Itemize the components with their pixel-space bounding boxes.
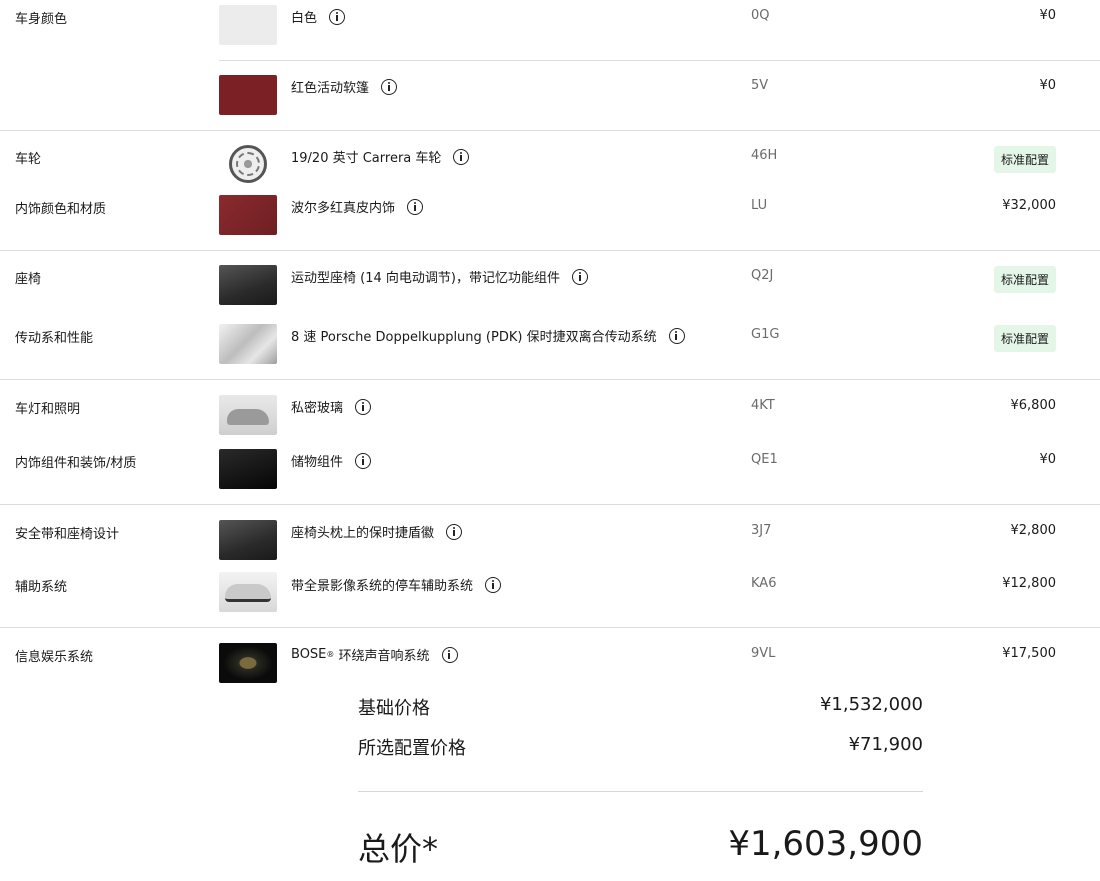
option-code: 4KT bbox=[751, 398, 775, 413]
standard-badge: 标准配置 bbox=[993, 146, 1056, 173]
info-icon[interactable] bbox=[441, 646, 458, 663]
section-divider bbox=[0, 130, 1100, 131]
info-icon[interactable] bbox=[407, 198, 424, 215]
option-label: 座椅头枕上的保时捷盾徽 bbox=[291, 526, 435, 541]
summary-divider bbox=[358, 791, 923, 792]
category-label: 车身颜色 bbox=[15, 12, 68, 27]
info-icon[interactable] bbox=[329, 8, 346, 25]
option-label-suffix: 环绕声音响系统 bbox=[334, 649, 430, 664]
section-divider bbox=[0, 627, 1100, 628]
option-label: 带全景影像系统的停车辅助系统 bbox=[291, 579, 474, 594]
option-label: 白色 bbox=[291, 11, 318, 26]
option-price: ¥0 bbox=[1039, 78, 1056, 93]
headrest-crest-thumbnail[interactable] bbox=[219, 520, 277, 560]
info-icon[interactable] bbox=[381, 78, 398, 95]
option-code: KA6 bbox=[751, 576, 777, 591]
info-icon[interactable] bbox=[446, 523, 463, 540]
options-price-label: 所选配置价格 bbox=[358, 738, 466, 759]
white-swatch-thumbnail[interactable] bbox=[219, 5, 277, 45]
category-label: 车轮 bbox=[15, 152, 42, 167]
option-name: 运动型座椅 (14 向电动调节)，带记忆功能组件 bbox=[291, 267, 588, 286]
option-price: ¥0 bbox=[1039, 452, 1056, 467]
options-price-value: ¥71,900 bbox=[848, 734, 923, 755]
total-price-value: ¥1,603,900 bbox=[728, 824, 923, 864]
category-label: 座椅 bbox=[15, 272, 42, 287]
option-label: BOSE bbox=[291, 647, 327, 662]
option-label: 8 速 Porsche Doppelkupplung (PDK) 保时捷双离合传… bbox=[291, 330, 657, 345]
option-code: QE1 bbox=[751, 452, 778, 467]
option-label: 19/20 英寸 Carrera 车轮 bbox=[291, 151, 442, 166]
category-label: 车灯和照明 bbox=[15, 402, 81, 417]
row-divider bbox=[219, 60, 1100, 61]
option-name: 8 速 Porsche Doppelkupplung (PDK) 保时捷双离合传… bbox=[291, 326, 685, 345]
option-price: ¥0 bbox=[1039, 8, 1056, 23]
bose-thumbnail[interactable] bbox=[219, 643, 277, 683]
option-code: 46H bbox=[751, 148, 778, 163]
option-label: 运动型座椅 (14 向电动调节)，带记忆功能组件 bbox=[291, 271, 560, 286]
option-code: 0Q bbox=[751, 8, 770, 23]
option-label: 波尔多红真皮内饰 bbox=[291, 201, 396, 216]
base-price-label: 基础价格 bbox=[358, 698, 430, 719]
storage-thumbnail[interactable] bbox=[219, 449, 277, 489]
option-price: ¥6,800 bbox=[1010, 398, 1057, 413]
category-label: 辅助系统 bbox=[15, 580, 68, 595]
option-name: 储物组件 bbox=[291, 451, 372, 470]
option-code: LU bbox=[751, 198, 768, 213]
registered-mark: ® bbox=[326, 650, 335, 659]
red-leather-thumbnail[interactable] bbox=[219, 195, 277, 235]
option-name: 白色 bbox=[291, 7, 346, 26]
standard-badge: 标准配置 bbox=[993, 266, 1056, 293]
info-icon[interactable] bbox=[355, 452, 372, 469]
option-code: G1G bbox=[751, 327, 780, 342]
option-name: 私密玻璃 bbox=[291, 397, 372, 416]
option-name: 红色活动软篷 bbox=[291, 77, 398, 96]
option-code: Q2J bbox=[751, 268, 774, 283]
car-icon bbox=[225, 584, 271, 602]
option-code: 9VL bbox=[751, 646, 776, 661]
seat-thumbnail[interactable] bbox=[219, 265, 277, 305]
wheel-thumbnail[interactable] bbox=[219, 144, 277, 184]
option-code: 5V bbox=[751, 78, 769, 93]
category-label: 内饰组件和装饰/材质 bbox=[15, 456, 137, 471]
option-price: ¥2,800 bbox=[1010, 523, 1057, 538]
total-price-label: 总价* bbox=[358, 830, 439, 868]
category-label: 安全带和座椅设计 bbox=[15, 527, 120, 542]
parking-assist-thumbnail[interactable] bbox=[219, 572, 277, 612]
option-code: 3J7 bbox=[751, 523, 772, 538]
info-icon[interactable] bbox=[453, 148, 470, 165]
option-label: 储物组件 bbox=[291, 455, 344, 470]
section-divider bbox=[0, 250, 1100, 251]
red-swatch-thumbnail[interactable] bbox=[219, 75, 277, 115]
info-icon[interactable] bbox=[485, 576, 502, 593]
option-label: 红色活动软篷 bbox=[291, 81, 370, 96]
gearbox-thumbnail[interactable] bbox=[219, 324, 277, 364]
category-label: 传动系和性能 bbox=[15, 331, 94, 346]
section-divider bbox=[0, 379, 1100, 380]
info-icon[interactable] bbox=[668, 327, 685, 344]
wheel-icon bbox=[229, 145, 267, 183]
configuration-summary-page: 车身颜色 白色 0Q ¥0 红色活动软篷 5V ¥0 车轮 19/20 英寸 C… bbox=[0, 0, 1100, 881]
option-name: 座椅头枕上的保时捷盾徽 bbox=[291, 522, 463, 541]
option-price: ¥32,000 bbox=[1002, 198, 1056, 213]
info-icon[interactable] bbox=[355, 398, 372, 415]
info-icon[interactable] bbox=[571, 268, 588, 285]
option-label: 私密玻璃 bbox=[291, 401, 344, 416]
category-label: 信息娱乐系统 bbox=[15, 650, 94, 665]
car-thumbnail[interactable] bbox=[219, 395, 277, 435]
option-name: BOSE ® 环绕声音响系统 bbox=[291, 645, 458, 664]
standard-badge: 标准配置 bbox=[993, 325, 1056, 352]
base-price-value: ¥1,532,000 bbox=[819, 694, 923, 715]
option-price: ¥12,800 bbox=[1002, 576, 1056, 591]
option-name: 波尔多红真皮内饰 bbox=[291, 197, 424, 216]
section-divider bbox=[0, 504, 1100, 505]
option-name: 19/20 英寸 Carrera 车轮 bbox=[291, 147, 470, 166]
category-label: 内饰颜色和材质 bbox=[15, 202, 107, 217]
car-icon bbox=[227, 409, 269, 425]
option-price: ¥17,500 bbox=[1002, 646, 1056, 661]
option-name: 带全景影像系统的停车辅助系统 bbox=[291, 575, 502, 594]
